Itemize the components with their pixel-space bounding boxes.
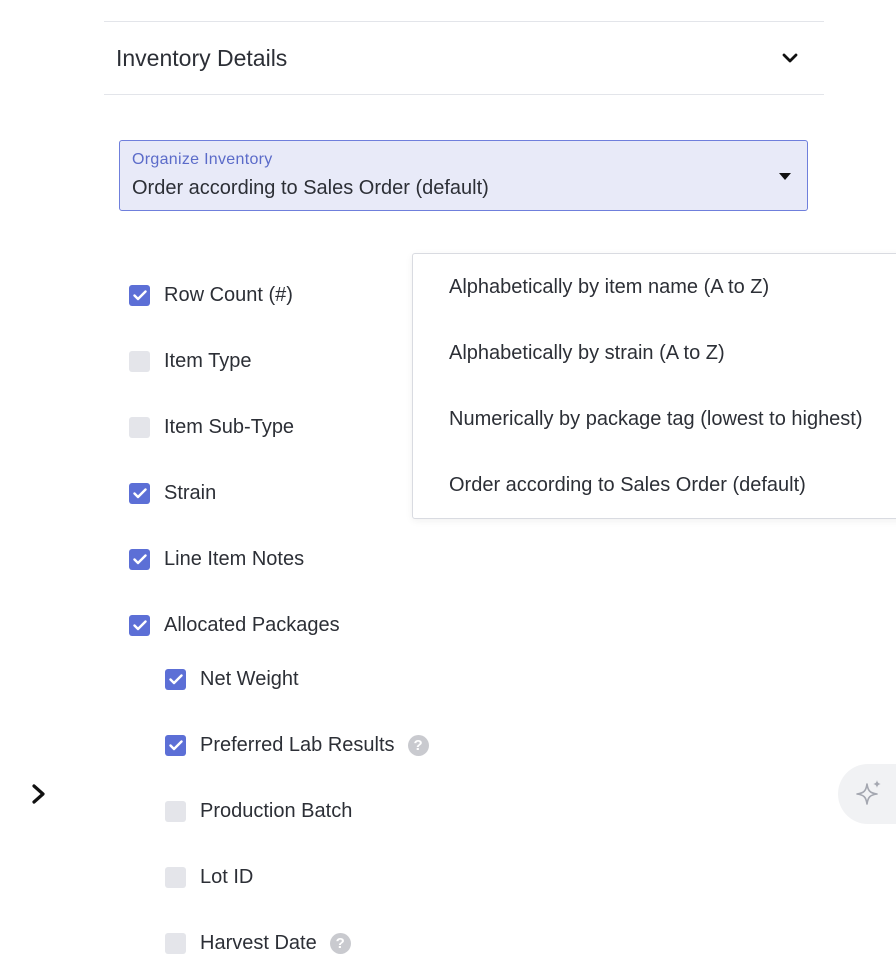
checkbox-checked[interactable] [165, 735, 186, 756]
dropdown-option[interactable]: Order according to Sales Order (default) [449, 474, 806, 497]
dropdown-option[interactable]: Alphabetically by strain (A to Z) [449, 342, 725, 365]
checkbox-unchecked[interactable] [129, 417, 150, 438]
checkbox-item-sub-type[interactable]: Item Sub-Type [129, 416, 294, 439]
checkbox-checked[interactable] [165, 669, 186, 690]
header-divider [104, 94, 824, 95]
select-label: Organize Inventory [132, 151, 273, 168]
help-icon[interactable]: ? [407, 735, 429, 756]
chevron-down-icon[interactable] [780, 48, 800, 68]
checkbox-row-count[interactable]: Row Count (#) [129, 284, 293, 307]
checkbox-label: Item Type [164, 350, 252, 372]
checkbox-lot-id[interactable]: Lot ID [165, 866, 253, 889]
checkbox-item-type[interactable]: Item Type [129, 350, 251, 373]
help-icon[interactable]: ? [329, 933, 351, 954]
checkbox-strain[interactable]: Strain [129, 482, 216, 505]
chevron-right-icon[interactable] [28, 783, 50, 805]
ai-assistant-button[interactable] [838, 764, 896, 824]
page: Inventory Details Organize Inventory Ord… [0, 0, 896, 978]
checkbox-harvest-date[interactable]: Harvest Date ? [165, 932, 351, 955]
checkbox-checked[interactable] [129, 483, 150, 504]
checkbox-label: Harvest Date [200, 932, 317, 954]
select-value: Order according to Sales Order (default) [132, 177, 489, 199]
checkbox-label: Net Weight [200, 668, 299, 690]
checkbox-preferred-lab-results[interactable]: Preferred Lab Results ? [165, 734, 429, 757]
checkbox-unchecked[interactable] [165, 867, 186, 888]
checkbox-label: Lot ID [200, 866, 254, 888]
dropdown-option[interactable]: Numerically by package tag (lowest to hi… [449, 408, 863, 431]
checkbox-label: Row Count (#) [164, 284, 293, 306]
sparkle-icon [856, 780, 881, 805]
inventory-details-header[interactable]: Inventory Details [104, 22, 824, 94]
checkbox-label: Preferred Lab Results [200, 734, 395, 756]
checkbox-checked[interactable] [129, 285, 150, 306]
dropdown-option[interactable]: Alphabetically by item name (A to Z) [449, 276, 769, 299]
checkbox-label: Production Batch [200, 800, 353, 822]
caret-down-icon [779, 173, 791, 180]
section-title: Inventory Details [116, 44, 288, 71]
checkbox-checked[interactable] [129, 549, 150, 570]
checkbox-checked[interactable] [129, 615, 150, 636]
organize-inventory-select[interactable]: Organize Inventory Order according to Sa… [119, 140, 808, 211]
checkbox-unchecked[interactable] [165, 801, 186, 822]
checkbox-line-item-notes[interactable]: Line Item Notes [129, 548, 304, 571]
checkbox-label: Line Item Notes [164, 548, 305, 570]
checkbox-unchecked[interactable] [129, 351, 150, 372]
checkbox-production-batch[interactable]: Production Batch [165, 800, 352, 823]
checkbox-allocated-packages[interactable]: Allocated Packages [129, 614, 340, 637]
checkbox-unchecked[interactable] [165, 933, 186, 954]
checkbox-label: Strain [164, 482, 217, 504]
checkbox-net-weight[interactable]: Net Weight [165, 668, 299, 691]
organize-dropdown-menu: Alphabetically by item name (A to Z) Alp… [412, 253, 896, 519]
checkbox-label: Item Sub-Type [164, 416, 295, 438]
checkbox-label: Allocated Packages [164, 614, 340, 636]
